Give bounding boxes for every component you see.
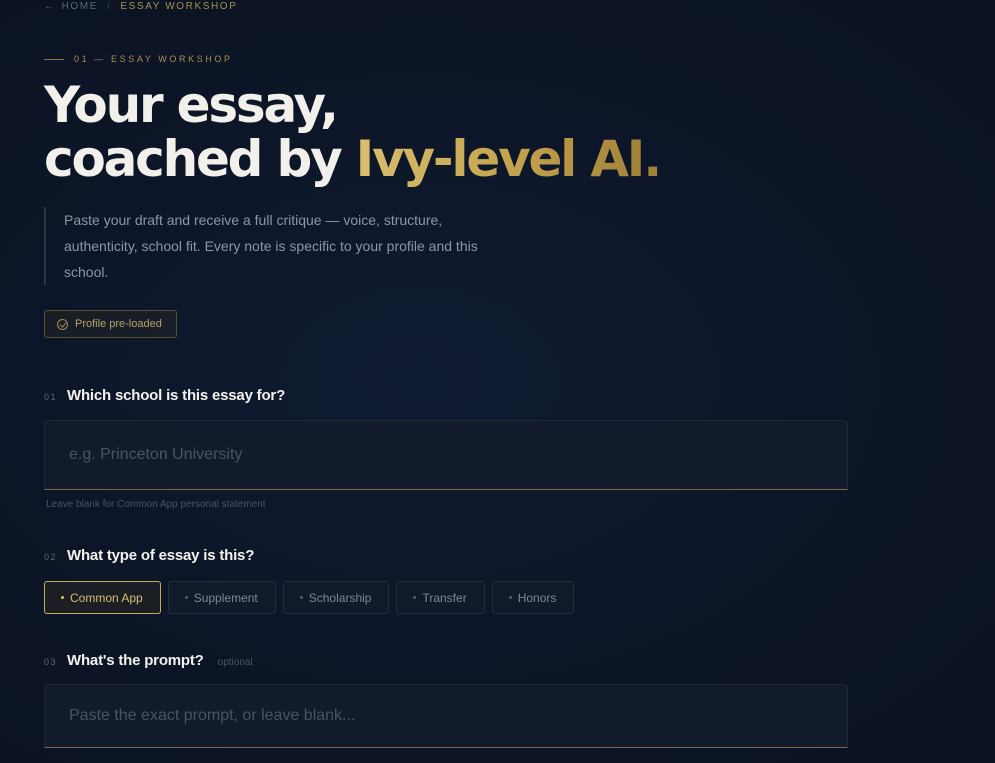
optional-tag: optional xyxy=(217,657,253,668)
question-label: Which school is this essay for? xyxy=(67,387,286,404)
breadcrumb-current: Essay Workshop xyxy=(120,1,238,12)
section-eyebrow: 01 — Essay Workshop xyxy=(44,54,233,64)
essay-type-supplement[interactable]: Supplement xyxy=(167,581,276,614)
school-input[interactable] xyxy=(45,421,847,489)
bullet-dot-icon xyxy=(299,596,303,599)
breadcrumb-separator: / xyxy=(107,1,112,12)
question-number: 01 xyxy=(44,392,58,402)
headline-accent: Ivy-level AI. xyxy=(355,130,663,188)
chip-label: Scholarship xyxy=(308,590,372,605)
headline-line2-prefix: coached by xyxy=(44,130,356,188)
question-number: 03 xyxy=(44,657,58,667)
school-field xyxy=(44,420,848,490)
bullet-dot-icon xyxy=(413,596,417,599)
eyebrow-divider xyxy=(44,58,64,60)
headline-line1: Your essay, xyxy=(44,76,339,134)
question-school: 01 Which school is this essay for? xyxy=(44,387,285,404)
chip-label: Honors xyxy=(517,590,557,605)
question-label: What's the prompt? xyxy=(67,652,204,669)
essay-type-options: Common App Supplement Scholarship Transf… xyxy=(44,581,575,614)
chip-label: Common App xyxy=(70,590,143,605)
page-description: Paste your draft and receive a full crit… xyxy=(44,207,514,285)
essay-type-common-app[interactable]: Common App xyxy=(44,581,161,614)
check-circle-icon xyxy=(57,318,68,330)
bullet-dot-icon xyxy=(61,596,64,599)
prompt-input[interactable] xyxy=(45,685,847,747)
chip-label: Supplement xyxy=(193,590,258,605)
profile-preloaded-badge: Profile pre-loaded xyxy=(44,310,177,338)
bullet-dot-icon xyxy=(184,596,188,599)
breadcrumb: ← Home / Essay Workshop xyxy=(44,1,237,12)
question-number: 02 xyxy=(44,552,58,562)
question-type: 02 What type of essay is this? xyxy=(44,547,254,564)
essay-type-honors[interactable]: Honors xyxy=(491,581,575,614)
prompt-field xyxy=(44,684,848,748)
bullet-dot-icon xyxy=(508,596,512,599)
school-hint: Leave blank for Common App personal stat… xyxy=(46,499,266,510)
page-title: Your essay, coached by Ivy-level AI. xyxy=(44,76,663,188)
chip-label: Transfer xyxy=(422,590,467,605)
question-label: What type of essay is this? xyxy=(67,547,255,564)
badge-label: Profile pre-loaded xyxy=(75,318,162,330)
arrow-left-icon[interactable]: ← xyxy=(44,1,56,12)
eyebrow-text: 01 — Essay Workshop xyxy=(74,54,233,64)
question-prompt: 03 What's the prompt? optional xyxy=(44,652,253,669)
essay-type-scholarship[interactable]: Scholarship xyxy=(282,581,390,614)
essay-type-transfer[interactable]: Transfer xyxy=(396,581,485,614)
breadcrumb-home-link[interactable]: Home xyxy=(62,1,98,12)
